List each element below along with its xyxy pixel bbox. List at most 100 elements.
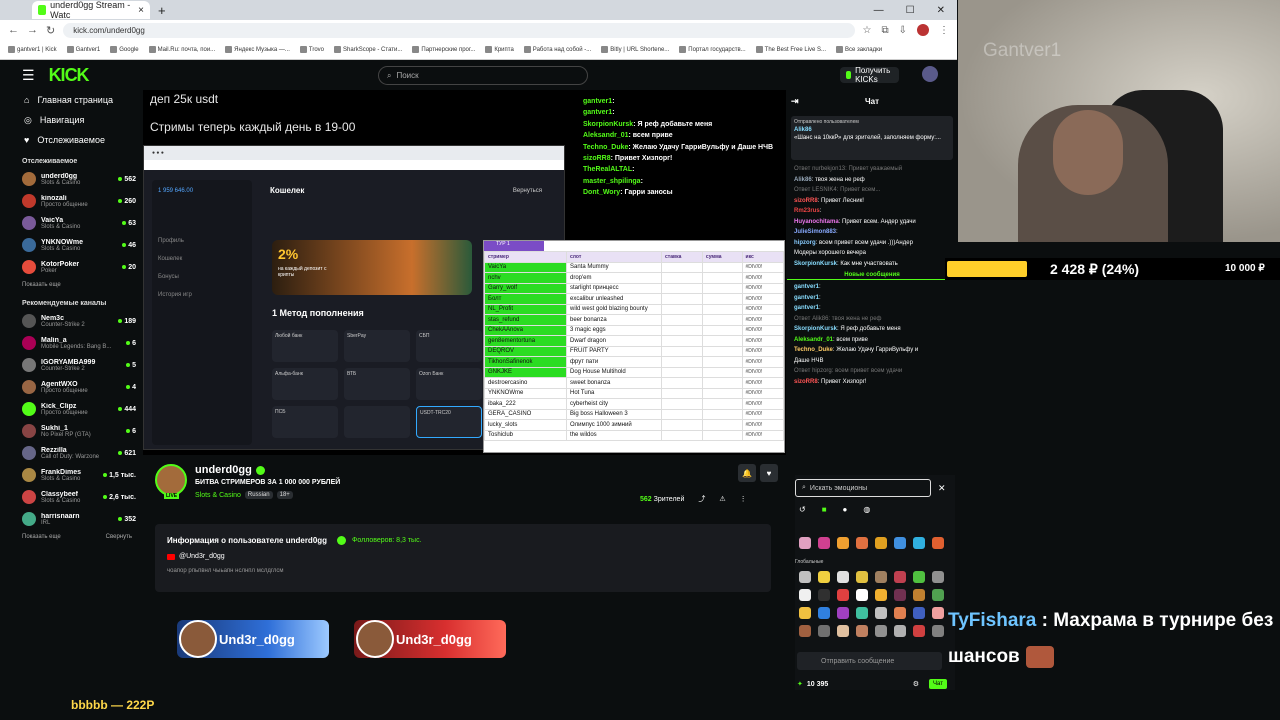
url-input[interactable]: kick.com/underd0gg <box>63 22 855 38</box>
close-emoji-icon[interactable]: ✕ <box>938 483 946 494</box>
browser-tab[interactable]: underd0gg Stream - Watc × <box>32 0 150 20</box>
user-avatar[interactable] <box>922 66 938 82</box>
channel-item[interactable]: kinozali Просто общение 260 <box>12 190 142 212</box>
close-tab-icon[interactable]: × <box>138 5 144 16</box>
forward-icon[interactable]: → <box>27 24 38 36</box>
report-icon[interactable]: ⚠ <box>719 495 725 503</box>
sidebar-item-home[interactable]: ⌂ Главная страница <box>12 90 142 110</box>
sidebar-item-browse[interactable]: ◎ Навигация <box>12 110 142 130</box>
channel-item[interactable]: KotorPoker Poker 20 <box>12 256 142 278</box>
global-emote-icon[interactable] <box>818 607 830 619</box>
show-more-label[interactable]: Показать еще <box>22 534 61 540</box>
bookmark-item[interactable]: Bitly | URL Shortene... <box>601 46 669 53</box>
bookmark-item[interactable]: Trovo <box>299 46 324 53</box>
sidebar-item-following[interactable]: ♥ Отслеживаемое <box>12 130 142 150</box>
video-player[interactable]: деп 25к usdt Стримы теперь каждый день в… <box>143 90 786 455</box>
global-emote-icon[interactable] <box>856 571 868 583</box>
global-emote-icon[interactable] <box>894 589 906 601</box>
chat-username[interactable]: gantver1 <box>794 295 819 301</box>
global-emote-icon[interactable] <box>875 571 887 583</box>
minimize-icon[interactable]: — <box>874 5 884 16</box>
global-emote-icon[interactable] <box>875 589 887 601</box>
channel-item[interactable]: underd0gg Slots & Casino 562 <box>12 168 142 190</box>
channel-item[interactable]: Rezzilla Call of Duty: Warzone 621 <box>12 442 142 464</box>
channel-emoji-tab-icon[interactable]: ■ <box>822 505 827 514</box>
global-emote-icon[interactable] <box>856 589 868 601</box>
global-emote-icon[interactable] <box>932 571 944 583</box>
global-emote-icon[interactable] <box>932 607 944 619</box>
category-link[interactable]: Slots & Casino <box>195 492 241 499</box>
global-emote-icon[interactable] <box>818 625 830 637</box>
search-input[interactable]: ⌕ Поиск <box>378 66 588 85</box>
subscriber-emoji-tab-icon[interactable]: ● <box>843 505 848 514</box>
collapse-label[interactable]: Свернуть <box>106 534 132 540</box>
bookmark-item[interactable]: Портал государств... <box>679 46 746 53</box>
channel-emote-icon[interactable] <box>818 537 830 549</box>
settings-gear-icon[interactable]: ⚙ <box>913 680 919 688</box>
profile-icon[interactable] <box>917 24 929 36</box>
bookmark-item[interactable]: The Best Free Live S... <box>755 46 826 53</box>
channel-emote-icon[interactable] <box>913 537 925 549</box>
chat-username[interactable]: SkorpionKursk <box>794 326 837 332</box>
streamer-avatar[interactable] <box>155 464 187 496</box>
global-emote-icon[interactable] <box>837 607 849 619</box>
channel-emote-icon[interactable] <box>837 537 849 549</box>
telegram-banner[interactable]: Und3r_d0gg <box>177 620 329 658</box>
more-icon[interactable]: ⋮ <box>740 495 747 503</box>
kick-logo[interactable]: KICK <box>49 65 90 86</box>
bookmark-item[interactable]: Партнерские прог... <box>412 46 475 53</box>
close-window-icon[interactable]: ✕ <box>937 5 945 16</box>
chat-username[interactable]: sizoRR8 <box>794 379 818 385</box>
channel-item[interactable]: FrankDimes Slots & Casino 1,5 тыс. <box>12 464 142 486</box>
extensions-icon[interactable]: ⧉ <box>881 25 888 36</box>
channel-item[interactable]: harrisnaarn IRL 352 <box>12 508 142 530</box>
channel-item[interactable]: AgentWXO Просто общение 4 <box>12 376 142 398</box>
follow-heart-icon[interactable]: ♥ <box>760 464 778 482</box>
get-kicks-button[interactable]: Получить KICKs <box>840 66 900 84</box>
global-emote-icon[interactable] <box>913 589 925 601</box>
channel-emote-icon[interactable] <box>799 537 811 549</box>
global-emote-icon[interactable] <box>799 607 811 619</box>
global-emote-icon[interactable] <box>818 589 830 601</box>
back-icon[interactable]: ← <box>8 24 19 36</box>
global-emote-icon[interactable] <box>913 607 925 619</box>
global-emote-icon[interactable] <box>894 607 906 619</box>
collapse-chat-icon[interactable]: ⇥ <box>791 96 799 107</box>
global-emote-icon[interactable] <box>894 571 906 583</box>
menu-dots-icon[interactable]: ⋮ <box>939 25 949 36</box>
share-icon[interactable]: ⤴ <box>698 494 705 504</box>
global-emote-icon[interactable] <box>837 625 849 637</box>
recent-emoji-tab-icon[interactable]: ↺ <box>799 505 806 514</box>
send-message-input[interactable]: Отправить сообщение <box>797 652 942 670</box>
bookmark-item[interactable]: SharkScope - Стати... <box>334 46 402 53</box>
chat-send-button[interactable]: Чат <box>929 679 947 689</box>
streamer-name[interactable]: underd0gg <box>195 464 265 476</box>
channel-emote-icon[interactable] <box>894 537 906 549</box>
channel-item[interactable]: IGORYAMBA999 Counter-Strike 2 5 <box>12 354 142 376</box>
chat-username[interactable]: SkorpionKursk <box>794 261 837 267</box>
global-emote-icon[interactable] <box>799 589 811 601</box>
bookmark-item[interactable]: Работа над собой -... <box>523 46 591 53</box>
global-emote-icon[interactable] <box>856 607 868 619</box>
chat-username[interactable]: Alik86 <box>794 177 812 183</box>
channel-item[interactable]: YNKNOWme Slots & Casino 46 <box>12 234 142 256</box>
points-count[interactable]: 10 395 <box>807 681 828 688</box>
download-icon[interactable]: ⇩ <box>899 25 907 36</box>
bookmark-item[interactable]: Крипта <box>485 46 514 53</box>
channel-item[interactable]: Sukhi_1 No Pixel RP (GTA) 6 <box>12 420 142 442</box>
youtube-link[interactable]: @Und3r_d0gg <box>167 553 759 560</box>
maximize-icon[interactable]: ☐ <box>906 5 915 16</box>
chat-username[interactable]: Huyanochitama <box>794 219 839 225</box>
youtube-banner[interactable]: Und3r_d0gg <box>354 620 506 658</box>
reload-icon[interactable]: ↻ <box>46 24 55 37</box>
channel-emote-icon[interactable] <box>856 537 868 549</box>
global-emote-icon[interactable] <box>894 625 906 637</box>
bookmark-item[interactable]: Google <box>110 46 139 53</box>
chat-username[interactable]: Rm23rus <box>794 208 820 214</box>
hamburger-menu-icon[interactable]: ☰ <box>22 67 35 84</box>
notify-bell-icon[interactable]: 🔔 <box>738 464 756 482</box>
chat-username[interactable]: Aleksandr_01 <box>794 337 833 343</box>
global-emote-icon[interactable] <box>913 625 925 637</box>
global-emoji-tab-icon[interactable]: ◍ <box>863 505 870 514</box>
global-emote-icon[interactable] <box>875 625 887 637</box>
